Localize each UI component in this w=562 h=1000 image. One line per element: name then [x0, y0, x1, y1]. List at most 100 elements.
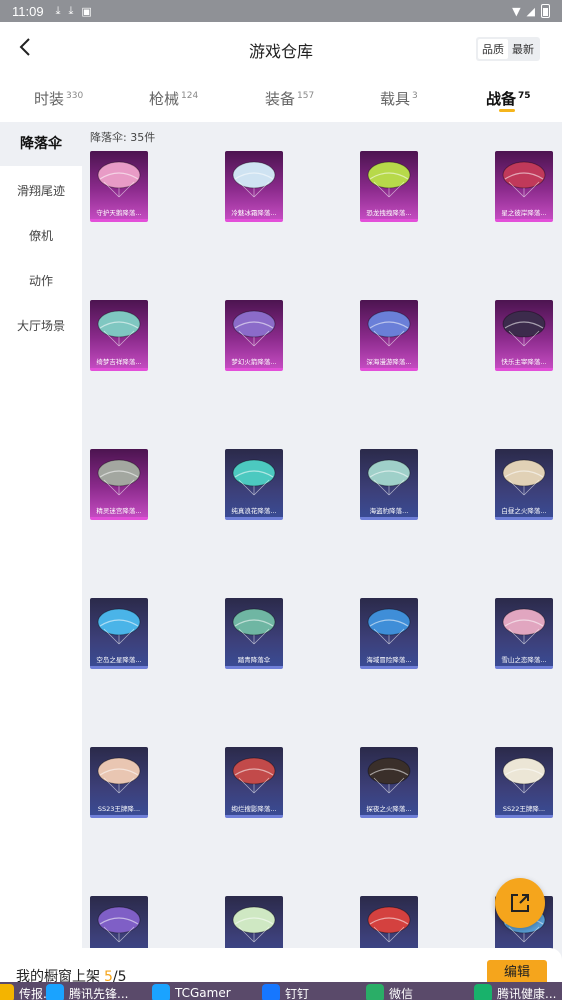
item-name: 梦幻火箭降落...	[231, 358, 277, 366]
parachute-item-card[interactable]: 星之彼岸降落...	[495, 151, 553, 222]
parachute-icon	[502, 459, 546, 496]
item-name: SS23王牌降...	[97, 805, 141, 813]
share-button[interactable]	[495, 878, 545, 928]
parachute-icon	[232, 906, 276, 943]
parachute-item-card[interactable]: 纯真浪花降落...	[225, 449, 283, 520]
parachute-item-card[interactable]: 守护天鹅降落...	[90, 151, 148, 222]
parachute-icon	[502, 310, 546, 347]
parachute-icon	[502, 161, 546, 198]
parachute-item-card[interactable]: 恐龙拽拽降落...	[360, 151, 418, 222]
tab-battle-gear[interactable]: 战备 75	[486, 88, 531, 109]
parachute-item-card[interactable]: SS23王牌降...	[90, 747, 148, 818]
app-icon	[262, 984, 280, 1000]
battery-icon	[541, 4, 550, 18]
taskbar-item[interactable]: 腾讯健康...	[474, 984, 556, 1000]
sidebar-item-glide-trail[interactable]: 滑翔尾迹	[0, 182, 82, 199]
parachute-icon	[232, 608, 276, 645]
parachute-item-card[interactable]: 白昼之火降落...	[495, 449, 553, 520]
tab-count: 157	[297, 91, 315, 101]
parachute-item-card[interactable]: 深海漫游降落...	[360, 300, 418, 371]
parachute-item-card[interactable]: 海域冒险降落...	[360, 598, 418, 669]
tab-label: 战备	[486, 90, 517, 108]
tab-count: 330	[66, 91, 84, 101]
taskbar-label: 微信	[389, 986, 414, 1000]
taskbar-item[interactable]: TCGamer	[152, 984, 231, 1000]
parachute-item-card[interactable]: 空岛之星降落...	[90, 598, 148, 669]
parachute-icon	[367, 757, 411, 794]
sort-toggle: 品质 最新	[476, 37, 540, 61]
item-name: 雪山之恋降落...	[501, 656, 547, 664]
item-grid: 降落伞: 35件 守护天鹅降落... 冷魅冰霜降落... 恐龙拽拽降落... 星之彼岸…	[82, 122, 562, 982]
taskbar-item[interactable]: 钉钉	[262, 984, 309, 1000]
tab-label: 时装	[34, 90, 65, 108]
chevron-left-icon	[19, 38, 30, 56]
parachute-item-card[interactable]: SS22王牌降...	[495, 747, 553, 818]
sort-quality-button[interactable]: 品质	[478, 39, 508, 59]
item-name: 守护天鹅降落...	[96, 209, 142, 217]
tab-equipment[interactable]: 装备 157	[265, 88, 314, 109]
edit-button[interactable]: 编辑	[487, 960, 547, 982]
showcase-bar: 我的橱窗上架 5/5 编辑	[0, 948, 562, 985]
item-count: 降落伞: 35件	[90, 131, 156, 144]
item-name: 快乐主宰降落...	[501, 358, 547, 366]
parachute-item-card[interactable]: 冷魅冰霜降落...	[225, 151, 283, 222]
parachute-item-card[interactable]: 绚烂搜影降落...	[225, 747, 283, 818]
parachute-icon	[367, 161, 411, 198]
item-name: 绮梦吉祥降落...	[96, 358, 142, 366]
tab-weapons[interactable]: 枪械 124	[149, 88, 198, 109]
parachute-icon	[232, 459, 276, 496]
sidebar-item-emote[interactable]: 动作	[0, 272, 82, 289]
parachute-item-card[interactable]: 雪山之恋降落...	[495, 598, 553, 669]
download-icon: ⤓	[55, 4, 61, 17]
back-button[interactable]	[14, 34, 36, 60]
system-taskbar: 传报... 腾讯先锋... TCGamer 钉钉 微信 腾讯健康...	[0, 982, 562, 1000]
download-icon: ⤓	[68, 4, 74, 17]
status-time: 11:09	[12, 3, 44, 19]
parachute-item-card[interactable]: 快乐主宰降落...	[495, 300, 553, 371]
parachute-item-card[interactable]: 踏青降落伞	[225, 598, 283, 669]
taskbar-item[interactable]: 腾讯先锋...	[46, 984, 128, 1000]
parachute-icon	[97, 757, 141, 794]
sort-newest-button[interactable]: 最新	[508, 39, 538, 59]
parachute-icon	[502, 757, 546, 794]
parachute-icon	[232, 310, 276, 347]
sidebar-item-lobby-scene[interactable]: 大厅场景	[0, 317, 82, 334]
parachute-icon	[97, 608, 141, 645]
app-icon	[474, 984, 492, 1000]
parachute-icon	[97, 310, 141, 347]
app-header: 游戏仓库 品质 最新	[0, 22, 562, 74]
taskbar-label: 钉钉	[285, 986, 310, 1000]
parachute-item-card[interactable]: 探夜之火降落...	[360, 747, 418, 818]
item-name: 探夜之火降落...	[366, 805, 412, 813]
parachute-icon	[97, 906, 141, 943]
item-name: 踏青降落伞	[237, 656, 271, 664]
parachute-icon	[232, 161, 276, 198]
item-name: 海域冒险降落...	[366, 656, 412, 664]
tab-count: 75	[518, 91, 531, 101]
sidebar-item-parachute[interactable]: 降落伞	[0, 122, 82, 166]
tab-label: 枪械	[149, 90, 180, 108]
item-name: 绚烂搜影降落...	[231, 805, 277, 813]
parachute-item-card[interactable]: 梦幻火箭降落...	[225, 300, 283, 371]
app-icon	[0, 984, 14, 1000]
parachute-item-card[interactable]: 海盗豹降落...	[360, 449, 418, 520]
tab-vehicles[interactable]: 载具 3	[380, 88, 418, 109]
parachute-item-card[interactable]: 精灵迷宫降落...	[90, 449, 148, 520]
parachute-icon	[97, 161, 141, 198]
sidebar-item-wingman[interactable]: 僚机	[0, 227, 82, 244]
signal-icon: ◢	[526, 4, 535, 18]
item-name: 海盗豹降落...	[369, 507, 409, 515]
parachute-icon	[367, 608, 411, 645]
taskbar-item[interactable]: 微信	[366, 984, 413, 1000]
parachute-icon	[367, 459, 411, 496]
app-icon: ▣	[81, 4, 92, 18]
parachute-icon	[232, 757, 276, 794]
parachute-icon	[97, 459, 141, 496]
parachute-item-card[interactable]: 绮梦吉祥降落...	[90, 300, 148, 371]
parachute-icon	[367, 906, 411, 943]
tab-fashion[interactable]: 时装 330	[34, 88, 83, 109]
sidebar: 降落伞 滑翔尾迹 僚机 动作 大厅场景	[0, 122, 82, 982]
parachute-icon	[502, 608, 546, 645]
tab-count: 124	[181, 91, 199, 101]
app-icon	[366, 984, 384, 1000]
